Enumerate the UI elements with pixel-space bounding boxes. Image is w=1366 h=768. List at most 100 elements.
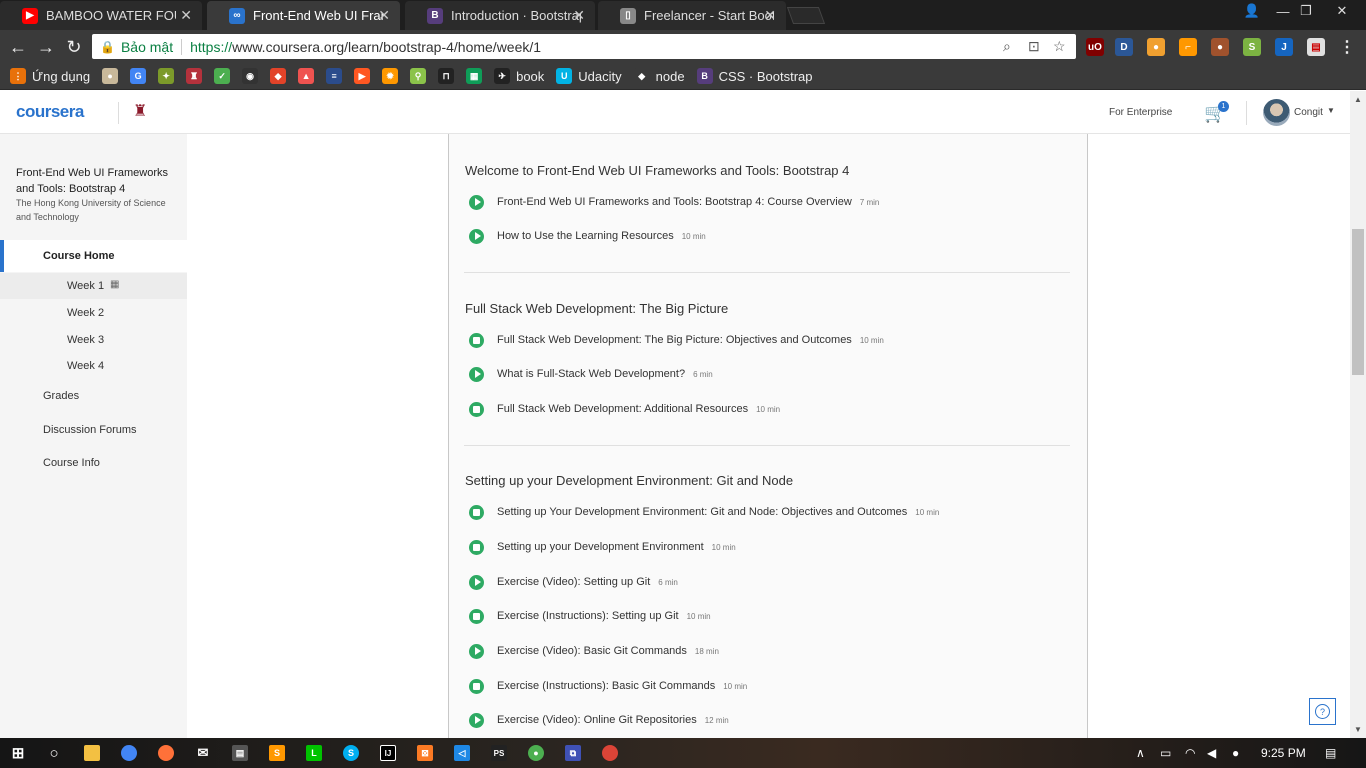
address-bar[interactable]: 🔒 Bảo mật https:// www.coursera.org/lear… — [92, 34, 1076, 59]
bookmark-node[interactable]: ◆ node — [633, 68, 685, 84]
line-icon[interactable]: L — [306, 745, 322, 761]
bookmark-item[interactable]: ◆ — [270, 68, 287, 84]
translate-icon[interactable]: ⊡ — [1028, 38, 1040, 55]
sidebar-item-discussion-forums[interactable]: Discussion Forums — [43, 424, 137, 436]
notifications-icon[interactable]: ▤ — [1325, 746, 1336, 760]
intellij-icon[interactable]: IJ — [380, 745, 396, 761]
xampp-icon[interactable]: ⊠ — [417, 745, 433, 761]
mail-icon[interactable]: ✉ — [195, 745, 211, 761]
sidebar-item-week-4[interactable]: Week 4 — [0, 353, 187, 379]
extension-pick-icon[interactable]: ⌐ — [1179, 38, 1197, 56]
scrollbar-thumb[interactable] — [1352, 229, 1364, 375]
chevron-down-icon[interactable]: ▼ — [1327, 106, 1335, 115]
lesson-item[interactable]: Full Stack Web Development: The Big Pict… — [469, 331, 884, 349]
course-title[interactable]: Front-End Web UI Frameworks and Tools: B… — [16, 165, 181, 197]
lesson-item[interactable]: Exercise (Video): Setting up Git 6 min — [469, 573, 678, 591]
close-window-icon[interactable]: ✕ — [1326, 0, 1358, 22]
bookmark-apps[interactable]: ⋮ Ứng dụng — [10, 68, 90, 84]
bookmark-item[interactable]: ♜ — [186, 68, 203, 84]
system-clock[interactable]: 9:25 PM — [1261, 746, 1306, 760]
sidebar-item-week-3[interactable]: Week 3 — [0, 327, 187, 353]
phpstorm-icon[interactable]: PS — [491, 745, 507, 761]
reload-icon[interactable]: ↻ — [63, 36, 85, 58]
restore-icon[interactable]: ❐ — [1290, 0, 1322, 22]
extension-calendar-icon[interactable]: ▤ — [1307, 38, 1325, 56]
for-enterprise-link[interactable]: For Enterprise — [1109, 107, 1172, 118]
avatar[interactable] — [1263, 99, 1290, 126]
store-icon[interactable]: ▤ — [232, 745, 248, 761]
scroll-up-icon[interactable]: ▲ — [1350, 95, 1366, 104]
back-arrow-icon[interactable]: ← — [7, 36, 29, 58]
university-crest-icon[interactable]: ♜ — [133, 101, 149, 123]
windows-start-icon[interactable]: ⊞ — [10, 745, 26, 762]
bookmark-item[interactable]: ▶ — [354, 68, 371, 84]
lesson-item[interactable]: Setting up Your Development Environment:… — [469, 503, 939, 521]
username[interactable]: Congit — [1294, 107, 1323, 118]
language-icon[interactable]: ● — [1232, 746, 1239, 760]
volume-icon[interactable]: ◀ — [1207, 746, 1216, 760]
close-icon[interactable]: ✕ — [378, 7, 390, 24]
chrome-icon-2[interactable] — [602, 745, 618, 761]
tab-freelancer[interactable]: ▯ Freelancer - Start Bootstr ✕ — [598, 1, 786, 30]
bookmark-item[interactable]: G — [130, 68, 147, 84]
sidebar-item-week-2[interactable]: Week 2 — [0, 300, 187, 326]
network-tool-icon[interactable]: ⧉ — [565, 745, 581, 761]
close-icon[interactable]: ✕ — [573, 7, 585, 24]
lesson-item[interactable]: Exercise (Video): Online Git Repositorie… — [469, 711, 729, 729]
scroll-down-icon[interactable]: ▼ — [1350, 725, 1366, 734]
tab-coursera[interactable]: ∞ Front-End Web UI Frame ✕ — [207, 1, 400, 30]
extension-bulb-icon[interactable]: ● — [1147, 38, 1165, 56]
sidebar-item-course-info[interactable]: Course Info — [43, 457, 100, 469]
forward-arrow-icon[interactable]: → — [35, 36, 57, 58]
lesson-item[interactable]: What is Full-Stack Web Development? 6 mi… — [469, 365, 713, 383]
bookmark-item[interactable]: ✹ — [382, 68, 399, 84]
new-tab-button[interactable] — [786, 7, 826, 24]
bookmark-udacity[interactable]: U Udacity — [556, 68, 622, 84]
sublime-icon[interactable]: S — [269, 745, 285, 761]
sidebar-item-course-home[interactable]: Course Home — [0, 240, 187, 272]
vscode-icon[interactable]: ◁ — [454, 745, 470, 761]
help-button[interactable]: ? — [1309, 698, 1336, 725]
lesson-item[interactable]: Setting up your Development Environment … — [469, 538, 736, 556]
lesson-item[interactable]: Exercise (Instructions): Setting up Git … — [469, 607, 711, 625]
bookmark-item[interactable]: ⚲ — [410, 68, 427, 84]
mongodb-icon[interactable]: ● — [528, 745, 544, 761]
lesson-item[interactable]: Exercise (Instructions): Basic Git Comma… — [469, 677, 747, 695]
file-explorer-icon[interactable] — [84, 745, 100, 761]
bookmark-item[interactable]: ⊓ — [438, 68, 455, 84]
skype-icon[interactable]: S — [343, 745, 359, 761]
cortana-icon[interactable]: ○ — [46, 745, 62, 762]
bookmark-item[interactable]: ◉ — [242, 68, 259, 84]
bookmark-item[interactable]: ● — [102, 68, 119, 84]
bookmark-item[interactable]: ≡ — [326, 68, 343, 84]
bookmark-book[interactable]: ✈ book — [494, 68, 544, 84]
extension-j-icon[interactable]: J — [1275, 38, 1293, 56]
menu-kebab-icon[interactable]: ⋮ — [1338, 38, 1356, 56]
close-icon[interactable]: ✕ — [764, 7, 776, 24]
close-icon[interactable]: ✕ — [180, 7, 192, 24]
laptop-icon[interactable]: ▭ — [1160, 746, 1171, 760]
ublock-icon[interactable]: uO — [1086, 38, 1104, 56]
lesson-item[interactable]: Full Stack Web Development: Additional R… — [469, 400, 780, 418]
bookmark-item[interactable]: ▦ — [466, 68, 483, 84]
sidebar-item-week-1[interactable]: Week 1 ▦ — [0, 273, 187, 299]
tray-expand-icon[interactable]: ∧ — [1136, 746, 1145, 760]
tab-bootstrap-intro[interactable]: B Introduction · Bootstrap ✕ — [405, 1, 595, 30]
lesson-item[interactable]: Front-End Web UI Frameworks and Tools: B… — [469, 193, 879, 211]
lesson-item[interactable]: Exercise (Video): Basic Git Commands 18 … — [469, 642, 719, 660]
extension-s-icon[interactable]: S — [1243, 38, 1261, 56]
chrome-icon[interactable] — [121, 745, 137, 761]
firefox-icon[interactable] — [158, 745, 174, 761]
extension-cookie-icon[interactable]: ● — [1211, 38, 1229, 56]
star-icon[interactable]: ☆ — [1053, 38, 1066, 55]
bookmark-item[interactable]: ✓ — [214, 68, 231, 84]
tab-youtube[interactable]: ▶ BAMBOO WATER FOUNT ✕ — [0, 1, 202, 30]
extension-d-icon[interactable]: D — [1115, 38, 1133, 56]
wifi-icon[interactable]: ◠ — [1185, 746, 1195, 760]
sidebar-item-grades[interactable]: Grades — [43, 390, 79, 402]
page-scrollbar[interactable]: ▲ ▼ — [1350, 91, 1366, 738]
zoom-icon[interactable]: ⌕ — [1003, 38, 1011, 55]
bookmark-item[interactable]: ✦ — [158, 68, 175, 84]
bookmark-css-bootstrap[interactable]: B CSS · Bootstrap — [696, 68, 813, 84]
lesson-item[interactable]: How to Use the Learning Resources 10 min — [469, 227, 706, 245]
